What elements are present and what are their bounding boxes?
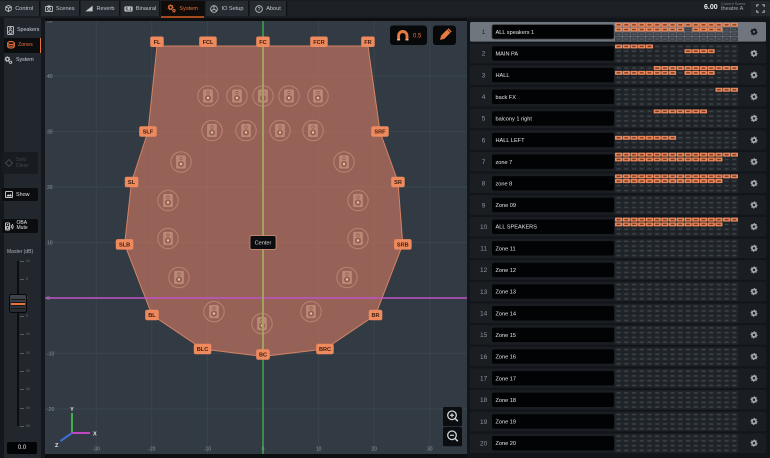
svg-text:20: 20 xyxy=(371,447,377,453)
svg-text:Y: Y xyxy=(70,407,74,413)
svg-text:Zone 20: Zone 20 xyxy=(496,441,517,447)
svg-text:zone 8: zone 8 xyxy=(496,181,513,187)
svg-text:balcony 1 right: balcony 1 right xyxy=(496,117,533,123)
svg-text:BC: BC xyxy=(259,353,267,359)
svg-text:FR: FR xyxy=(364,40,371,46)
svg-text:-10: -10 xyxy=(204,447,211,453)
svg-text:Zone 12: Zone 12 xyxy=(496,268,517,274)
svg-text:SLF: SLF xyxy=(143,130,154,136)
svg-text:FCR: FCR xyxy=(313,40,325,46)
svg-text:FC: FC xyxy=(259,40,266,46)
svg-text:0: 0 xyxy=(47,296,50,302)
svg-text:SL: SL xyxy=(128,180,136,186)
svg-text:Zone 15: Zone 15 xyxy=(496,333,517,339)
svg-text:?: ? xyxy=(258,6,261,12)
svg-text:7: 7 xyxy=(482,159,486,166)
svg-text:HALL LEFT: HALL LEFT xyxy=(496,138,526,144)
svg-text:14: 14 xyxy=(480,311,488,318)
svg-text:15: 15 xyxy=(480,332,488,339)
svg-text:3: 3 xyxy=(482,72,486,79)
svg-text:17: 17 xyxy=(480,376,488,383)
svg-text:ALL SPEAKERS: ALL SPEAKERS xyxy=(496,225,538,231)
svg-text:FL: FL xyxy=(154,40,161,46)
svg-text:-30: -30 xyxy=(93,447,100,453)
svg-text:Zone 18: Zone 18 xyxy=(496,398,517,404)
svg-text:Zone 16: Zone 16 xyxy=(496,355,517,361)
svg-text:ALL speakers 1: ALL speakers 1 xyxy=(496,30,535,36)
svg-text:5: 5 xyxy=(482,116,486,123)
svg-text:SR: SR xyxy=(394,180,402,186)
svg-text:Zone 14: Zone 14 xyxy=(496,311,517,317)
svg-text:10: 10 xyxy=(316,447,322,453)
svg-text:18: 18 xyxy=(480,397,488,404)
svg-text:0: 0 xyxy=(262,447,265,453)
svg-text:X: X xyxy=(93,432,97,438)
svg-text:10: 10 xyxy=(47,240,53,246)
svg-text:5.1: 5.1 xyxy=(125,6,132,11)
svg-text:MAIN PA: MAIN PA xyxy=(496,52,519,58)
svg-text:10: 10 xyxy=(480,224,488,231)
svg-text:-20: -20 xyxy=(148,447,155,453)
svg-text:BLC: BLC xyxy=(197,347,209,353)
svg-text:SLB: SLB xyxy=(119,242,130,248)
svg-text:30: 30 xyxy=(47,129,53,135)
svg-text:BR: BR xyxy=(371,313,379,319)
svg-text:1: 1 xyxy=(482,29,486,36)
svg-text:2: 2 xyxy=(482,51,486,58)
svg-text:BRC: BRC xyxy=(319,347,331,353)
svg-text:SRB: SRB xyxy=(397,242,409,248)
svg-text:19: 19 xyxy=(480,419,488,426)
svg-text:HALL: HALL xyxy=(496,73,510,79)
svg-text:Zone 09: Zone 09 xyxy=(496,203,517,209)
svg-text:6: 6 xyxy=(482,137,486,144)
svg-text:12: 12 xyxy=(480,267,488,274)
svg-text:Zone 13: Zone 13 xyxy=(496,290,517,296)
svg-text:4: 4 xyxy=(482,94,486,101)
svg-text:20: 20 xyxy=(480,440,488,447)
svg-text:Zone 19: Zone 19 xyxy=(496,420,517,426)
svg-text:-10: -10 xyxy=(47,351,54,357)
svg-text:50: 50 xyxy=(47,21,53,24)
svg-text:20: 20 xyxy=(47,185,53,191)
svg-text:0.5: 0.5 xyxy=(413,34,422,40)
svg-text:FCL: FCL xyxy=(203,40,214,46)
svg-text:Center: Center xyxy=(255,241,272,247)
svg-text:zone 7: zone 7 xyxy=(496,160,513,166)
svg-text:BL: BL xyxy=(148,313,156,319)
svg-text:Zone 17: Zone 17 xyxy=(496,376,517,382)
svg-text:Zone 11: Zone 11 xyxy=(496,246,516,252)
svg-text:8: 8 xyxy=(482,181,486,188)
svg-text:back FX: back FX xyxy=(496,95,517,101)
svg-text:11: 11 xyxy=(480,246,487,253)
svg-text:40: 40 xyxy=(47,74,53,80)
svg-text:16: 16 xyxy=(480,354,488,361)
svg-text:SRF: SRF xyxy=(374,130,386,136)
svg-text:-20: -20 xyxy=(47,407,54,413)
svg-text:13: 13 xyxy=(480,289,488,296)
svg-text:9: 9 xyxy=(482,202,486,209)
svg-text:30: 30 xyxy=(427,447,433,453)
